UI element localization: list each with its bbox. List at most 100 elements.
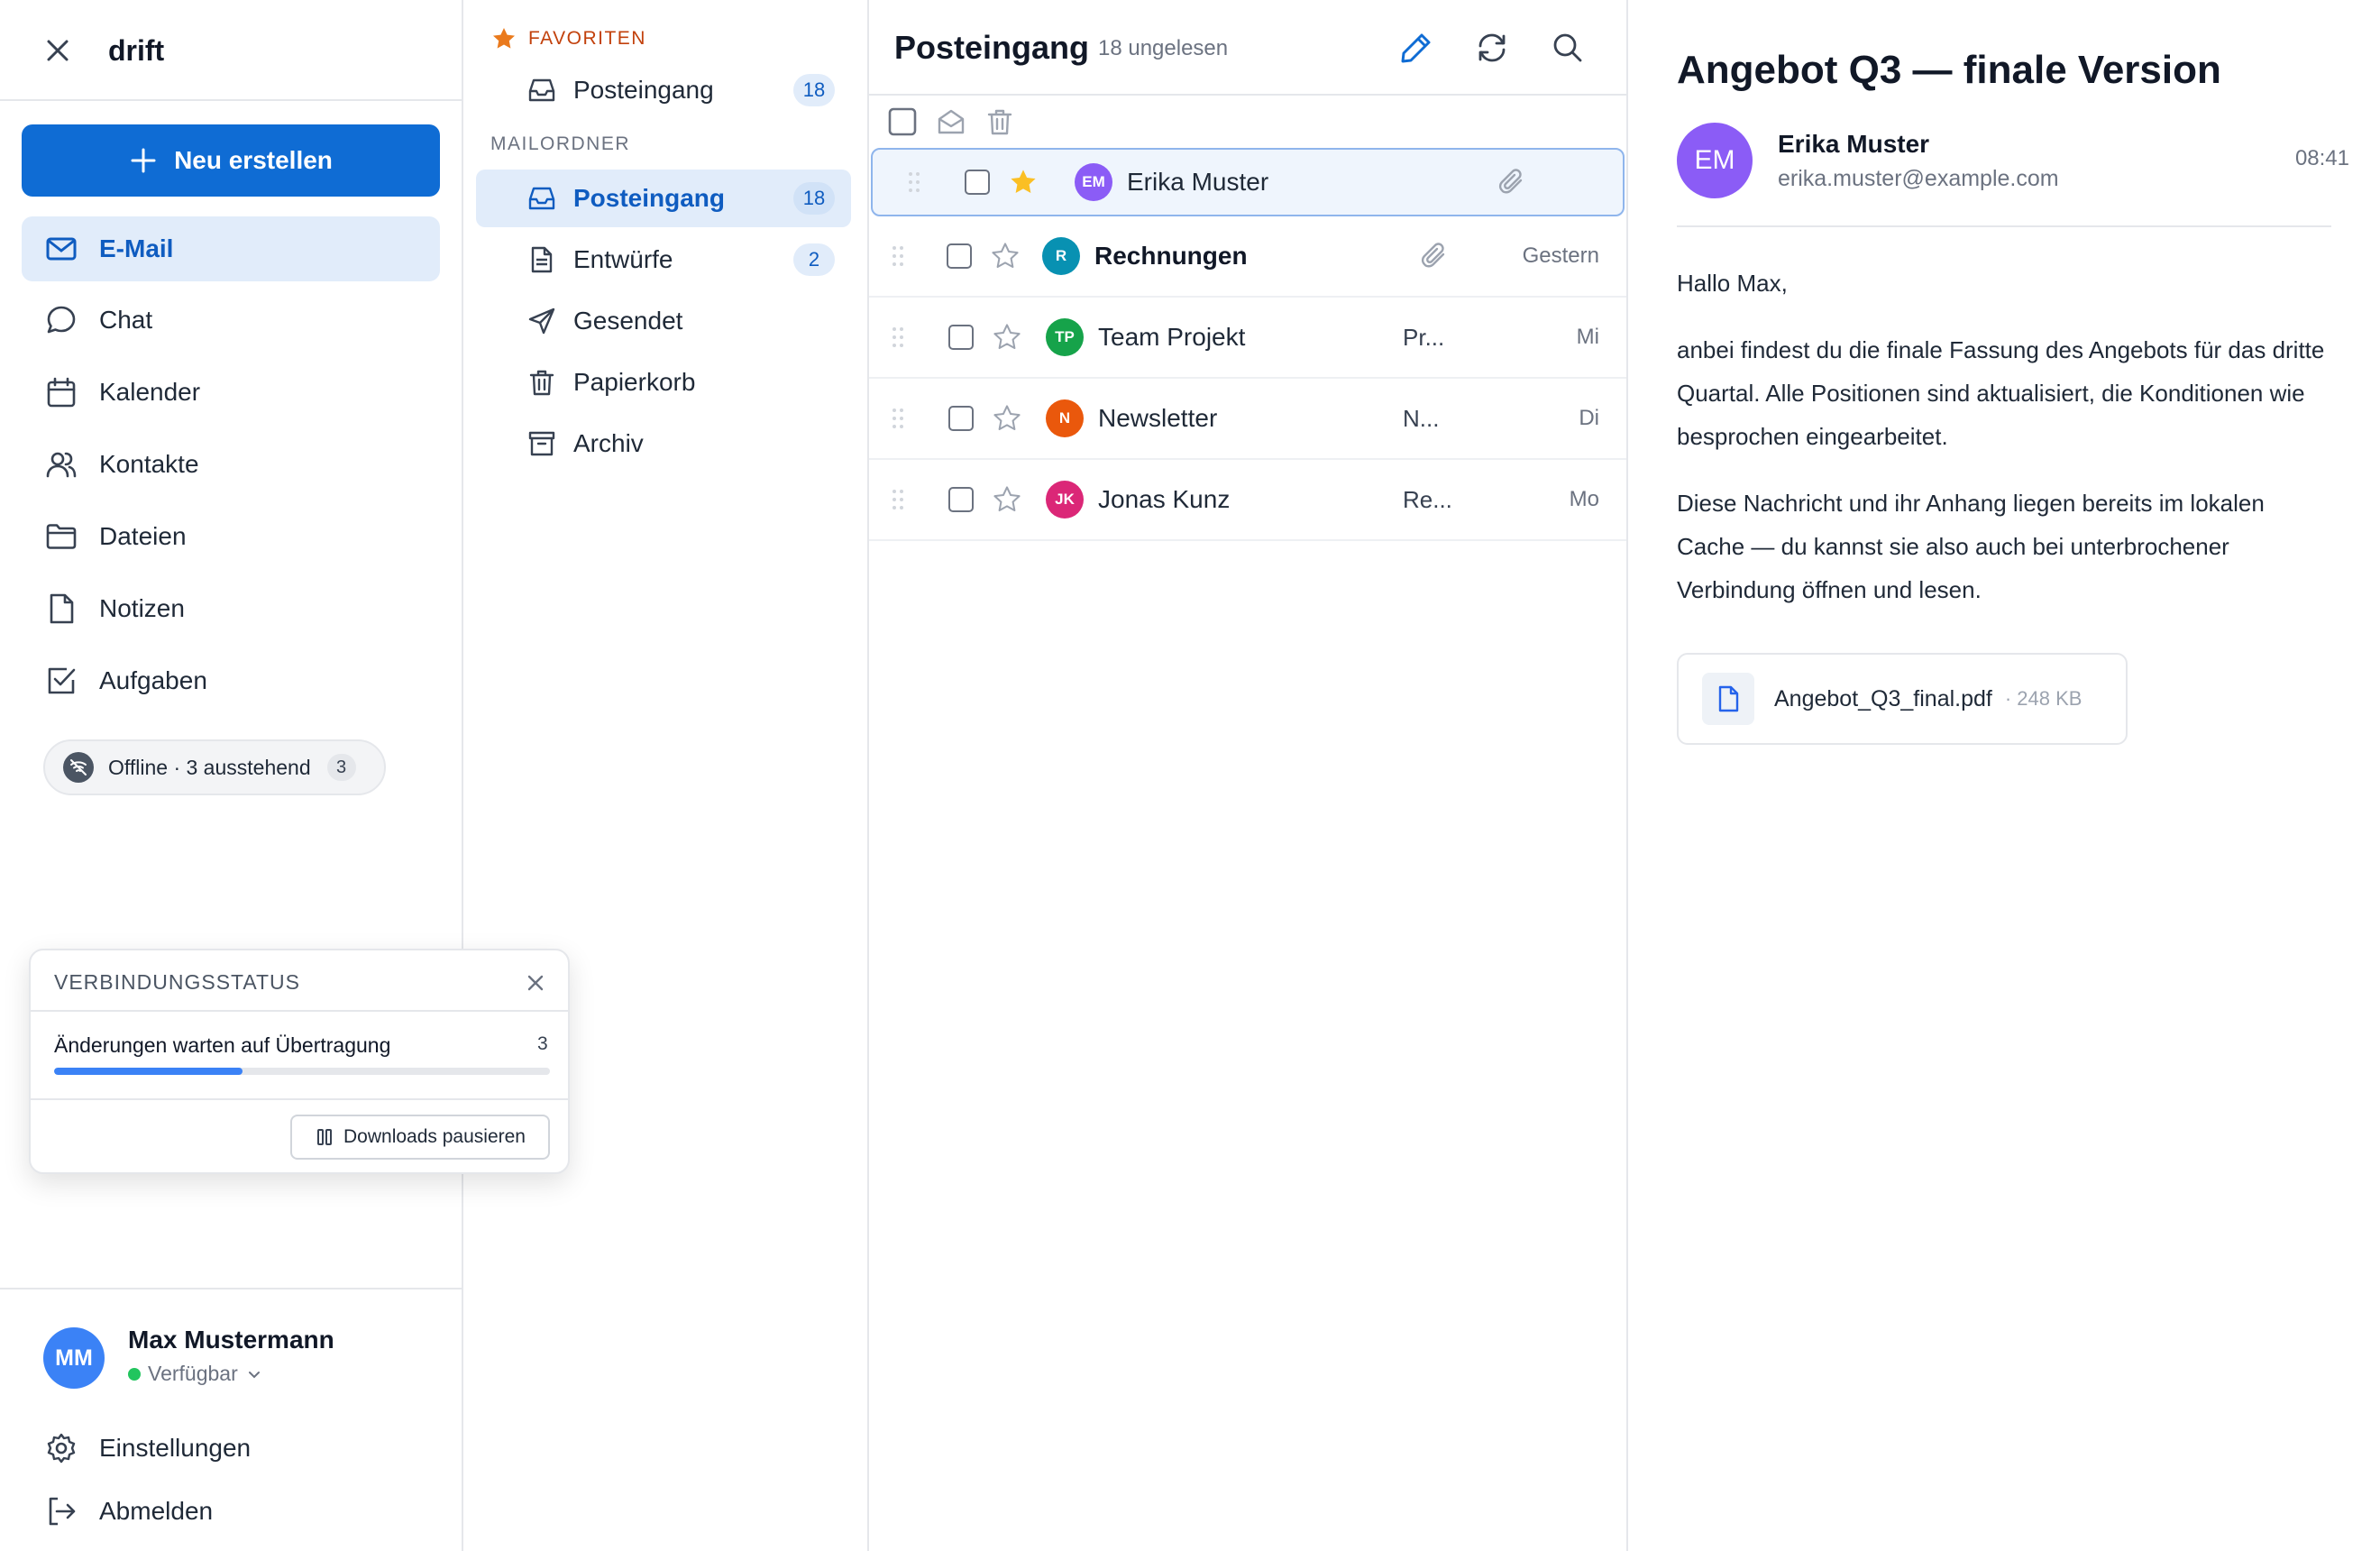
- sender-avatar: N: [1046, 399, 1084, 437]
- star-outline-icon[interactable]: [990, 241, 1021, 271]
- status-dot: [128, 1367, 141, 1381]
- pause-downloads-button[interactable]: Downloads pausieren: [290, 1115, 550, 1160]
- user-status-label: Verfügbar: [148, 1362, 238, 1385]
- folder-item-sent[interactable]: Gesendet: [476, 292, 851, 350]
- sender-name: Erika Muster: [1778, 130, 1930, 158]
- row-checkbox[interactable]: [948, 325, 974, 350]
- star-outline-icon[interactable]: [992, 484, 1022, 515]
- archive-icon: [526, 428, 557, 459]
- row-checkbox[interactable]: [965, 170, 990, 195]
- nav-item-label: Chat: [99, 306, 153, 334]
- user-status-dropdown[interactable]: Verfügbar: [128, 1362, 263, 1386]
- delete-icon[interactable]: [984, 106, 1015, 137]
- user-name: Max Mustermann: [128, 1326, 334, 1354]
- attachment-name: Angebot_Q3_final.pdf: [1774, 685, 1992, 711]
- drag-handle-icon[interactable]: [891, 243, 905, 269]
- drag-handle-icon[interactable]: [891, 406, 905, 431]
- folder-icon: [43, 519, 79, 555]
- nav-item-notes[interactable]: Notizen: [22, 576, 440, 641]
- message-time: Mo: [1569, 487, 1599, 511]
- new-compose-button[interactable]: Neu erstellen: [22, 124, 440, 197]
- sidebar-footer: MM Max Mustermann Verfügbar Einstellunge…: [0, 1288, 462, 1551]
- sender-avatar[interactable]: EM: [1677, 123, 1753, 198]
- select-all-checkbox[interactable]: [887, 106, 918, 137]
- mark-read-icon[interactable]: [936, 106, 966, 137]
- sender-avatar: TP: [1046, 318, 1084, 356]
- favorite-item-inbox[interactable]: Posteingang 18: [476, 61, 851, 119]
- star-icon[interactable]: [1008, 167, 1039, 197]
- offline-status-label: Offline · 3 ausstehend: [108, 755, 311, 779]
- send-icon: [526, 306, 557, 336]
- attachment-card[interactable]: Angebot_Q3_final.pdf · 248 KB: [1677, 653, 2128, 745]
- note-icon: [43, 591, 79, 627]
- app-sidebar: drift Neu erstellen E-Mail Chat Kalender…: [0, 0, 463, 1551]
- close-icon[interactable]: [521, 968, 550, 997]
- sync-progress-bar: [54, 1068, 550, 1075]
- message-row[interactable]: N Newsletter N... Di: [869, 379, 1626, 460]
- nav-item-email[interactable]: E-Mail: [22, 216, 440, 281]
- sender-name: Team Projekt: [1098, 323, 1246, 351]
- search-icon[interactable]: [1549, 29, 1587, 67]
- favorites-heading: FAVORITEN: [490, 25, 646, 52]
- drag-handle-icon[interactable]: [891, 325, 905, 350]
- row-checkbox[interactable]: [948, 487, 974, 512]
- message-time: Mi: [1576, 325, 1599, 349]
- message-time: Di: [1579, 406, 1599, 430]
- message-paragraph: Diese Nachricht und ihr Anhang liegen be…: [1677, 490, 2265, 603]
- draft-icon: [526, 244, 557, 275]
- pause-icon: [315, 1127, 334, 1147]
- settings-link[interactable]: Einstellungen: [43, 1430, 251, 1466]
- drag-handle-icon[interactable]: [891, 487, 905, 512]
- nav-item-calendar[interactable]: Kalender: [22, 360, 440, 425]
- logout-icon: [43, 1493, 79, 1529]
- logout-link[interactable]: Abmelden: [43, 1493, 213, 1529]
- sender-email[interactable]: erika.muster@example.com: [1778, 166, 2059, 192]
- sidebar-header: drift: [0, 0, 462, 101]
- folder-title: Posteingang: [894, 29, 1090, 66]
- message-row[interactable]: R Rechnungen Gestern: [869, 216, 1626, 298]
- trash-icon: [526, 367, 557, 398]
- offline-status-pill[interactable]: Offline · 3 ausstehend 3: [43, 739, 386, 795]
- pending-count-badge: 3: [326, 754, 356, 781]
- folder-label: Posteingang: [573, 76, 714, 104]
- nav-item-label: Kontakte: [99, 450, 199, 478]
- folder-item-inbox[interactable]: Posteingang 18: [476, 170, 851, 227]
- pending-changes-count: 3: [537, 1033, 548, 1054]
- nav-item-tasks[interactable]: Aufgaben: [22, 648, 440, 713]
- folder-item-drafts[interactable]: Entwürfe 2: [476, 231, 851, 289]
- message-row[interactable]: JK Jonas Kunz Re... Mo: [869, 460, 1626, 541]
- message-snippet: Pr...: [1403, 323, 1445, 351]
- nav-item-chat[interactable]: Chat: [22, 288, 440, 353]
- compose-pencil-icon[interactable]: [1397, 29, 1435, 67]
- draft-count-badge: 2: [793, 243, 835, 276]
- close-icon[interactable]: [40, 32, 76, 69]
- folder-item-trash[interactable]: Papierkorb: [476, 353, 851, 411]
- file-icon: [1702, 673, 1754, 725]
- nav-item-files[interactable]: Dateien: [22, 504, 440, 569]
- folder-item-archive[interactable]: Archiv: [476, 415, 851, 473]
- wifi-off-icon: [63, 752, 94, 783]
- user-avatar[interactable]: MM: [43, 1327, 105, 1389]
- bulk-action-bar: [869, 97, 1626, 148]
- sender-name: Jonas Kunz: [1098, 485, 1231, 513]
- sender-name: Erika Muster: [1127, 168, 1269, 196]
- message-time: Gestern: [1522, 243, 1599, 268]
- sender-avatar: JK: [1046, 481, 1084, 519]
- row-checkbox[interactable]: [948, 406, 974, 431]
- nav-item-contacts[interactable]: Kontakte: [22, 432, 440, 497]
- refresh-icon[interactable]: [1473, 29, 1511, 67]
- folder-pane: FAVORITEN Posteingang 18 MAILORDNER Post…: [463, 0, 869, 1551]
- folder-label: Posteingang: [573, 184, 726, 212]
- message-row[interactable]: EM Erika Muster: [871, 148, 1625, 216]
- star-outline-icon[interactable]: [992, 322, 1022, 353]
- mailfolders-label: MAILORDNER: [490, 133, 631, 154]
- row-checkbox[interactable]: [947, 243, 972, 269]
- divider: [31, 1010, 568, 1012]
- nav-item-label: Dateien: [99, 522, 187, 550]
- reading-pane: Angebot Q3 — finale Version EM Erika Mus…: [1628, 0, 2380, 1551]
- star-outline-icon[interactable]: [992, 403, 1022, 434]
- drag-handle-icon[interactable]: [907, 170, 921, 195]
- plus-icon: [129, 146, 158, 175]
- message-row[interactable]: TP Team Projekt Pr... Mi: [869, 298, 1626, 379]
- folder-label: Entwürfe: [573, 245, 673, 273]
